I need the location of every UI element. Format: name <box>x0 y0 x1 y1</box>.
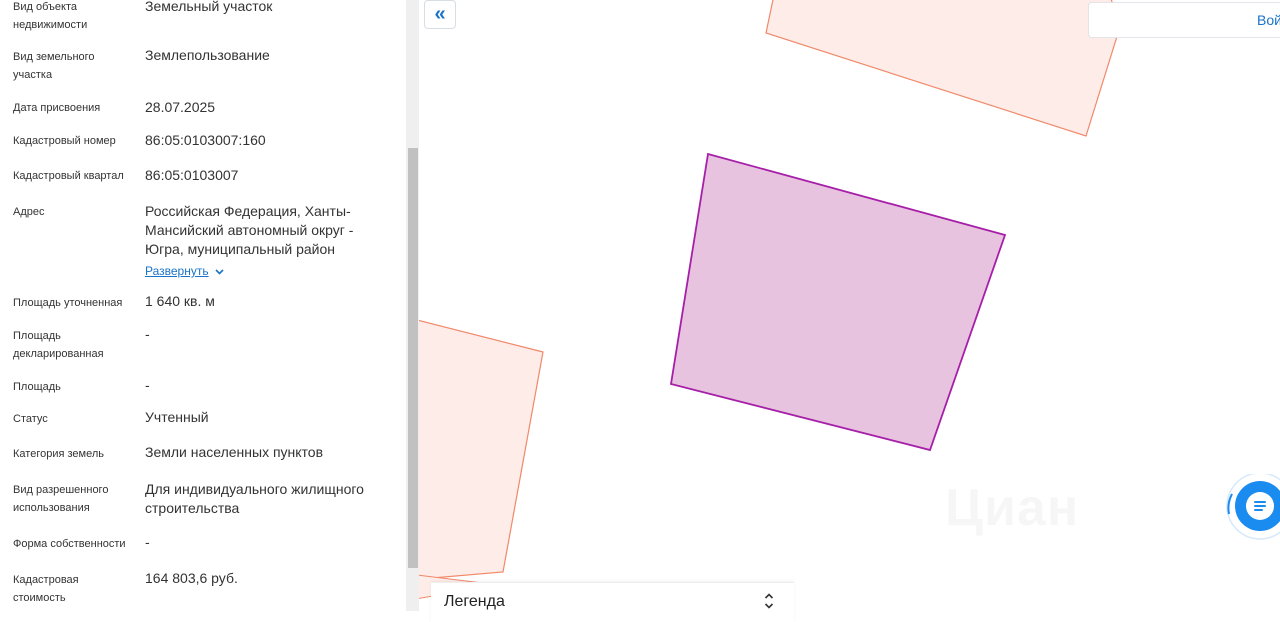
double-chevron-left-icon: « <box>434 3 446 25</box>
collapse-panel-button[interactable]: « <box>424 0 456 29</box>
attr-label: Статус <box>13 413 48 425</box>
attr-value: Земельный участок <box>145 0 273 14</box>
attr-value: - <box>145 534 150 550</box>
parcel-top[interactable] <box>765 0 1120 137</box>
attr-label: Кадастровый квартал <box>13 170 124 182</box>
attr-value: 28.07.2025 <box>145 99 216 115</box>
attr-value: 86:05:0103007 <box>145 167 239 183</box>
address-expand-link[interactable]: Развернуть <box>145 263 224 279</box>
attr-label: Категория земель <box>13 448 104 460</box>
attr-label: Адрес <box>13 206 45 218</box>
attr-label: Дата присвоения <box>13 102 101 114</box>
map-canvas[interactable] <box>419 0 1280 611</box>
legend-panel[interactable]: Легенда <box>431 582 794 622</box>
chat-button[interactable] <box>1224 472 1280 540</box>
attr-value: - <box>145 326 150 342</box>
attr-label: Вид земельного участка <box>13 51 95 81</box>
chevron-down-icon <box>215 263 224 279</box>
scrollbar-thumb[interactable] <box>408 148 418 568</box>
attr-value: 1 640 кв. м <box>145 293 215 309</box>
legend-title: Легенда <box>444 593 505 610</box>
map-parcels <box>419 0 1120 599</box>
attr-label: Площадь <box>13 381 61 393</box>
attr-label: Форма собственности <box>13 538 126 550</box>
cian-watermark: Циан <box>945 478 1079 538</box>
cadastral-number-value: 86:05:0103007:160 <box>145 132 266 148</box>
attr-label: Кадастровая стоимость <box>13 574 79 604</box>
attr-label: Кадастровый номер <box>13 135 116 147</box>
attr-label: Площадь уточненная <box>13 297 123 309</box>
cadastral-value: 164 803,6 руб. <box>145 570 238 586</box>
address-value: Российская Федерация, Ханты-Мансийский а… <box>145 203 354 257</box>
login-button[interactable]: Войти <box>1088 2 1280 38</box>
property-info-panel: Вид объекта недвижимости Земельный участ… <box>0 0 406 611</box>
attr-value: Земли населенных пунктов <box>145 444 324 460</box>
attr-value: Землепользование <box>145 47 270 63</box>
selected-parcel[interactable] <box>669 152 1007 452</box>
attr-value: - <box>145 377 150 393</box>
attr-value: Для индивидуального жилищного строительс… <box>145 481 364 516</box>
status-value: Учтенный <box>145 409 209 425</box>
attr-label: Вид разрешенного использования <box>13 484 109 514</box>
parcel-left[interactable] <box>419 318 544 580</box>
attr-label: Площадь декларированная <box>13 330 104 360</box>
attr-label: Вид объекта недвижимости <box>13 1 88 31</box>
chevron-up-down-icon[interactable] <box>762 592 776 610</box>
expand-label: Развернуть <box>145 264 209 278</box>
